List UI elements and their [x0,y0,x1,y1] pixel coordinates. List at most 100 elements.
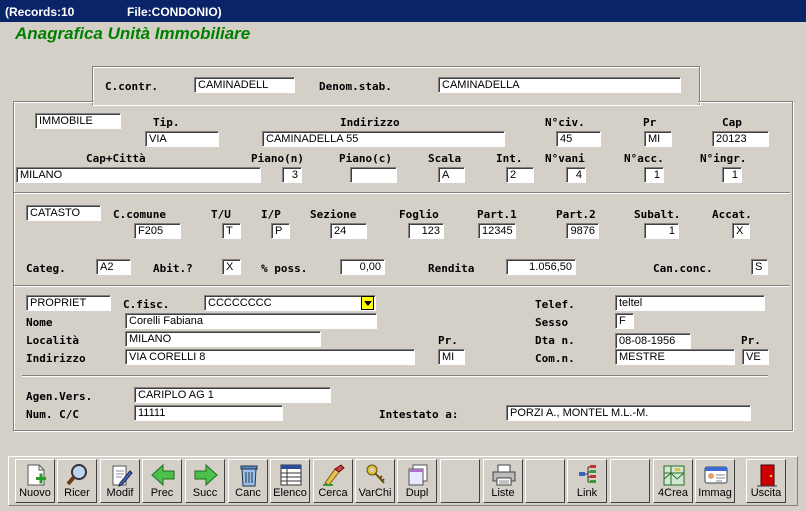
crea4-button[interactable]: 4Crea [653,459,693,503]
int-field[interactable]: 2 [506,167,534,183]
tu-field[interactable]: T [222,223,241,239]
empty-button[interactable] [440,459,480,503]
propriet-section-field[interactable]: PROPRIET [26,295,111,311]
ningr-field[interactable]: 1 [722,167,742,183]
foglio-label: Foglio [399,208,439,221]
cap-field[interactable]: 20123 [712,131,769,147]
chevron-down-icon[interactable] [361,296,374,310]
comn-label: Com.n. [535,352,575,365]
part1-label: Part.1 [477,208,517,221]
agen-field[interactable]: CARIPLO AG 1 [134,387,331,403]
dupl-button[interactable]: Dupl [397,459,437,503]
pianoc-field[interactable] [350,167,397,183]
tip-field[interactable]: VIA [145,131,219,147]
indirizzo-field[interactable]: CAMINADELLA 55 [262,131,505,147]
cerca-button[interactable]: Cerca [313,459,353,503]
capcitta-field[interactable]: MILANO [16,167,261,183]
file-name: File:CONDONIO) [127,5,222,19]
scala-field[interactable]: A [438,167,465,183]
pianon-field[interactable]: 3 [282,167,302,183]
numcc-field[interactable]: 11111 [134,405,283,421]
dtan-field[interactable]: 08-08-1956 [615,333,691,349]
catasto-section-field[interactable]: CATASTO [26,205,101,221]
contr-label: C.contr. [105,80,158,93]
separator [14,285,790,287]
numcc-label: Num. C/C [26,408,79,421]
telef-field[interactable]: teltel [615,295,765,311]
modif-label: Modif [106,487,134,499]
elenco-label: Elenco [273,487,307,499]
cfisc-select[interactable]: CCCCCCCC [204,295,376,311]
tip-label: Tip. [153,116,180,129]
liste-button[interactable]: Liste [483,459,523,503]
building-plan-icon [663,465,685,486]
part2-field[interactable]: 9876 [566,223,599,239]
indirizzo-label: Indirizzo [26,352,86,365]
denom-label: Denom.stab. [319,80,392,93]
nuovo-button[interactable]: Nuovo [15,459,55,503]
abit-label: Abit.? [153,262,193,275]
poss-label: % poss. [261,262,308,275]
sezione-field[interactable]: 24 [330,223,367,239]
empty-button[interactable] [525,459,565,503]
dtan-label: Dta n. [535,334,575,347]
canc-button[interactable]: Canc [228,459,268,503]
link-button[interactable]: Link [567,459,607,503]
part2-label: Part.2 [556,208,596,221]
nacc-field[interactable]: 1 [644,167,664,183]
indirizzo-field[interactable]: VIA CORELLI 8 [125,349,415,365]
pr-field[interactable]: MI [644,131,672,147]
intestato-field[interactable]: PORZI A., MONTEL M.L.-M. [506,405,751,421]
pianon-label: Piano(n) [251,152,304,165]
immag-button[interactable]: Immag [695,459,735,503]
denom-field[interactable]: CAMINADELLA [438,77,681,93]
window-title-bar[interactable]: (Records:10 File:CONDONIO) [0,0,806,22]
pr-field[interactable]: MI [438,349,465,365]
nvani-field[interactable]: 4 [566,167,586,183]
canconc-field[interactable]: S [751,259,768,275]
comn-field[interactable]: MESTRE [615,349,735,365]
nvani-label: N°vani [545,152,585,165]
contr-field[interactable]: CAMINADELL [194,77,295,93]
prec-button[interactable]: Prec [142,459,182,503]
prn-field[interactable]: VE [742,349,769,365]
rendita-field[interactable]: 1.056,50 [506,259,576,275]
immobile-section-field[interactable]: IMMOBILE [35,113,121,129]
nome-field[interactable]: Corelli Fabiana [125,313,377,329]
poss-field[interactable]: 0,00 [340,259,385,275]
page-title: Anagrafica Unità Immobiliare [15,24,251,43]
ricer-button[interactable]: Ricer [57,459,97,503]
accat-label: Accat. [712,208,752,221]
exit-door-icon [757,464,777,487]
succ-label: Succ [192,487,218,499]
elenco-button[interactable]: Elenco [270,459,310,503]
telef-label: Telef. [535,298,575,311]
succ-button[interactable]: Succ [185,459,225,503]
foglio-field[interactable]: 123 [408,223,444,239]
int-label: Int. [496,152,523,165]
uscita-button[interactable]: Uscita [746,459,786,503]
sesso-label: Sesso [535,316,569,329]
list-table-icon [280,464,302,486]
varchi-button[interactable]: VarChi [355,459,395,503]
ricer-label: Ricer [64,487,90,499]
nciv-field[interactable]: 45 [556,131,601,147]
localita-field[interactable]: MILANO [125,331,321,347]
comune-field[interactable]: F205 [134,223,181,239]
part1-field[interactable]: 12345 [478,223,516,239]
categ-field[interactable]: A2 [96,259,131,275]
tu-label: T/U [211,208,231,221]
canconc-label: Can.conc. [653,262,713,275]
modif-button[interactable]: Modif [100,459,140,503]
prn-label: Pr. [741,334,761,347]
sesso-field[interactable]: F [615,313,634,329]
arrow-right-icon [194,463,218,487]
accat-field[interactable]: X [732,223,750,239]
pianoc-label: Piano(c) [339,152,392,165]
cfisc-label: C.fisc. [123,298,170,311]
nome-label: Nome [26,316,53,329]
abit-field[interactable]: X [222,259,241,275]
subalt-field[interactable]: 1 [644,223,679,239]
ip-field[interactable]: P [271,223,290,239]
empty-button[interactable] [610,459,650,503]
